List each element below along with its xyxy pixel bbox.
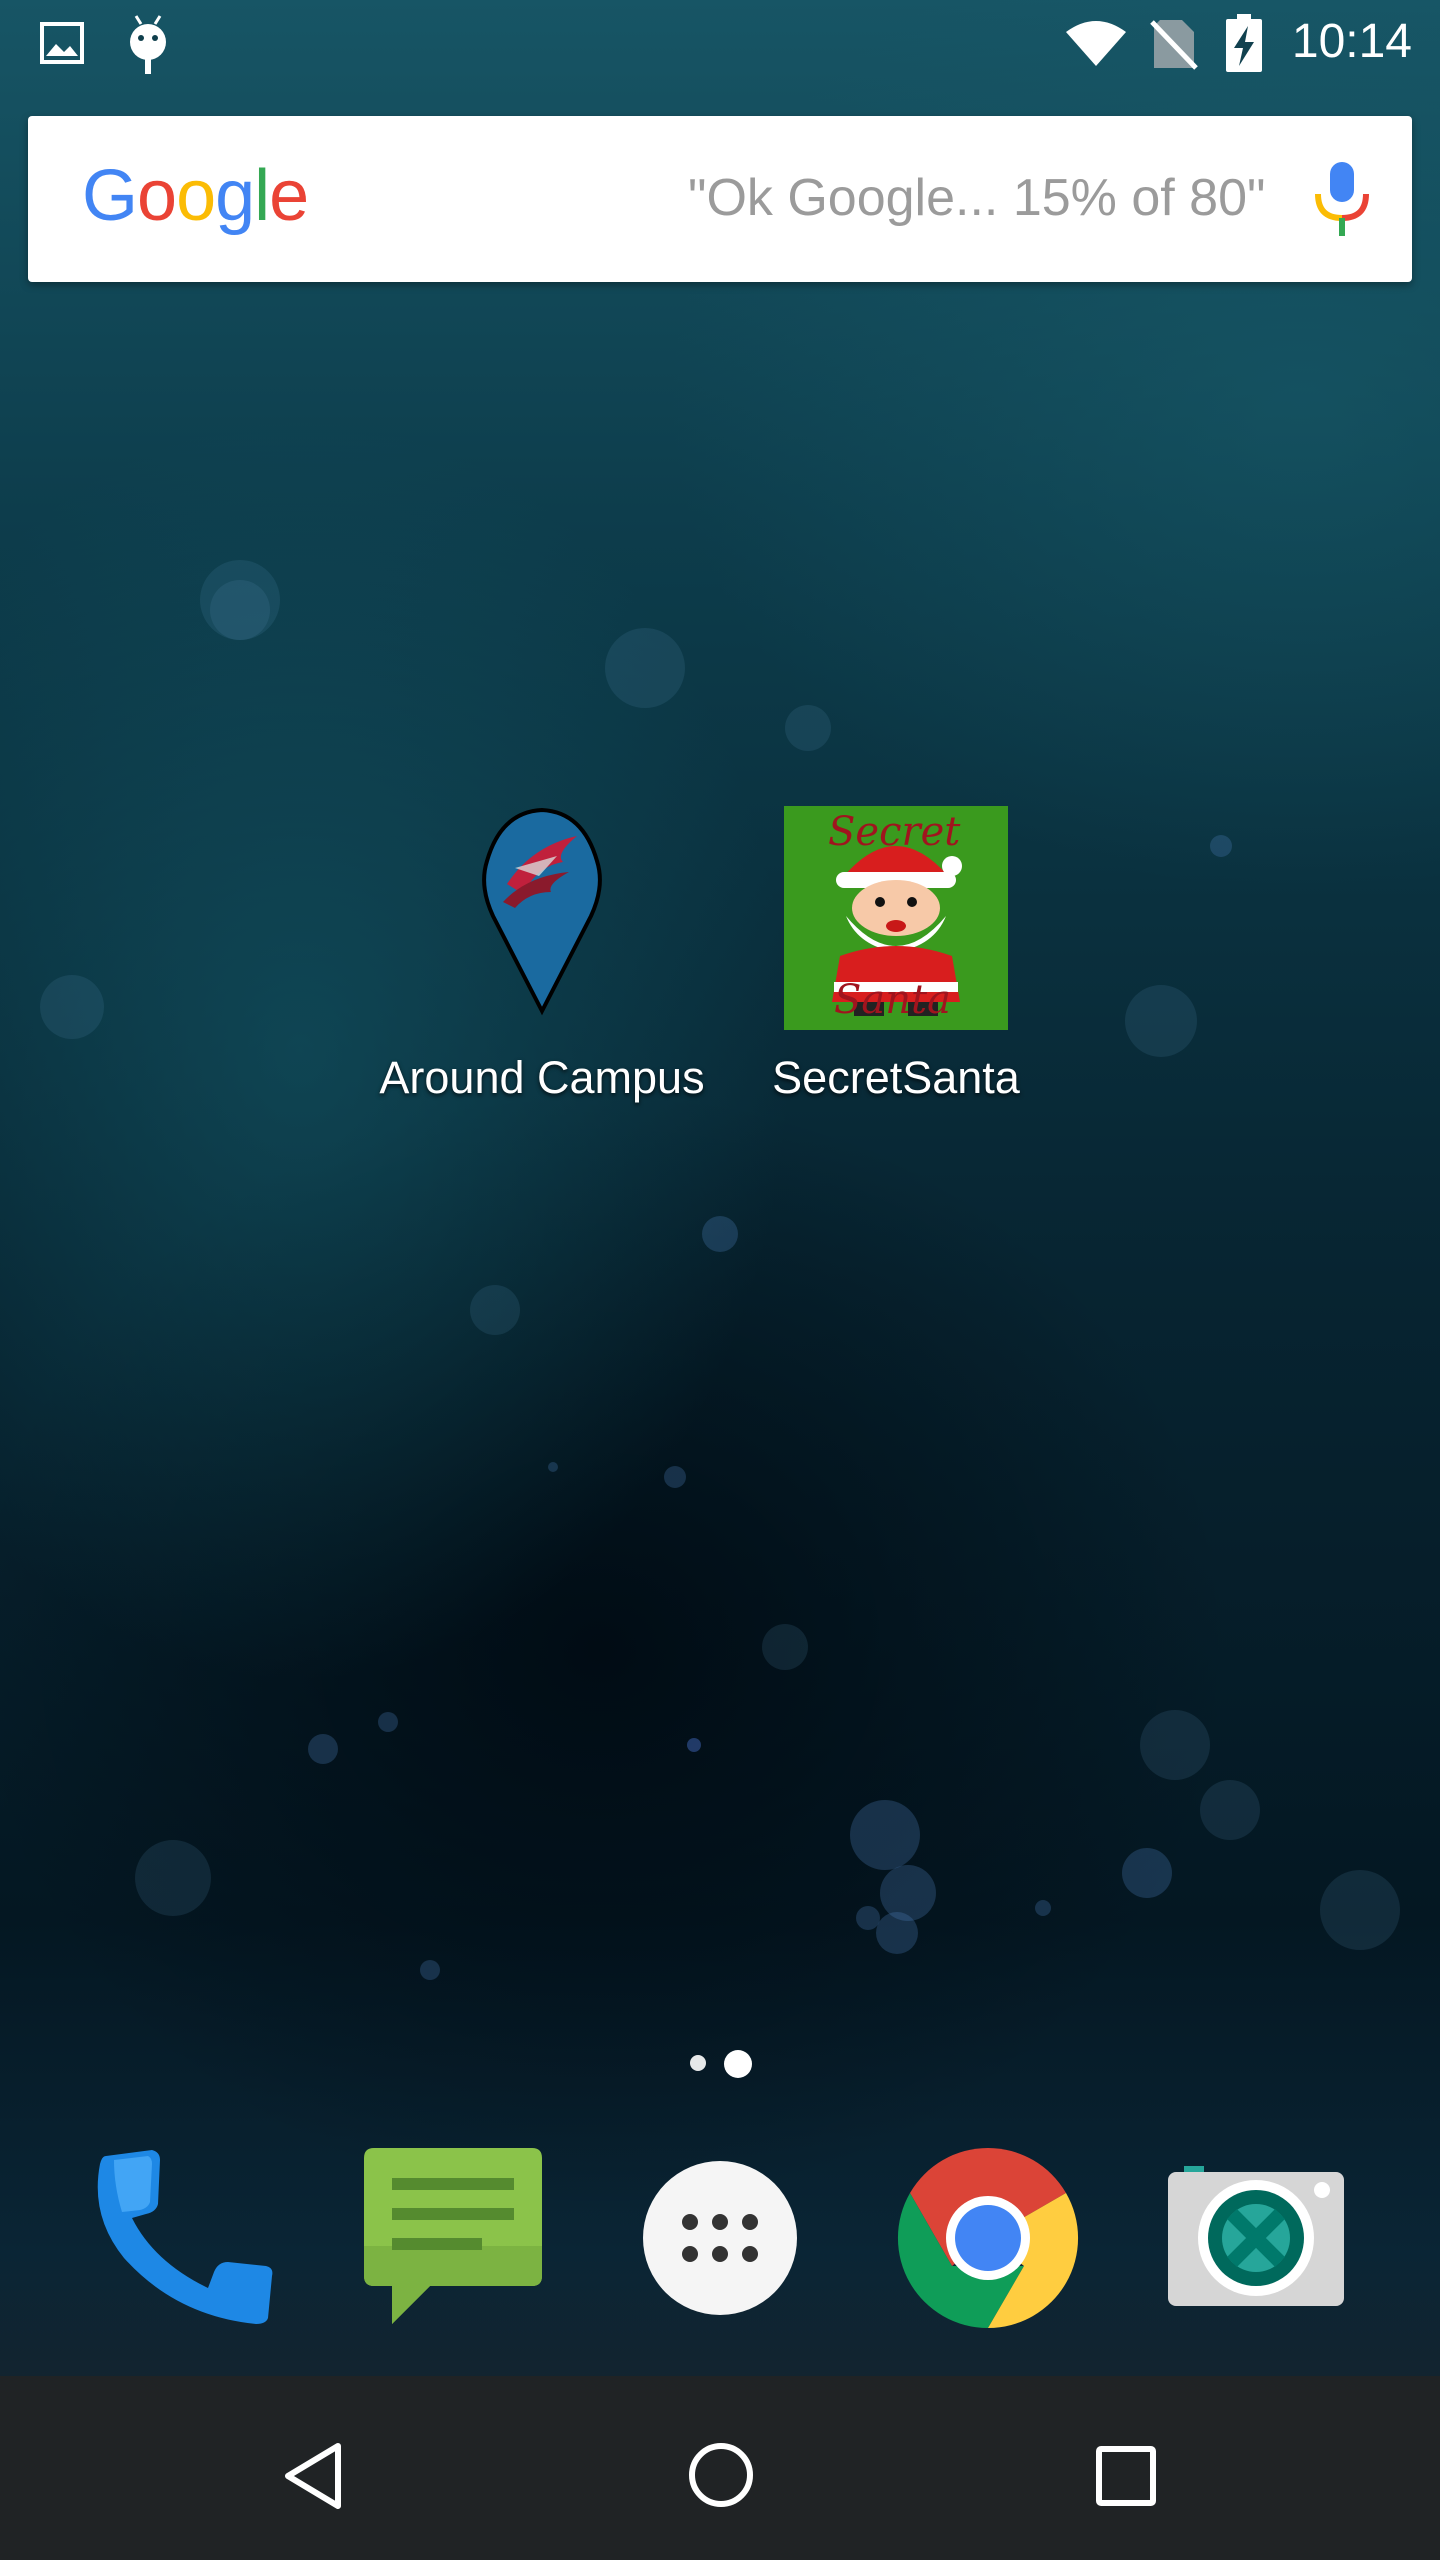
santa-icon-text-top: Secret (828, 809, 961, 855)
google-logo-letter: l (254, 156, 270, 236)
mic-icon[interactable] (1304, 160, 1380, 245)
chrome-icon[interactable] (896, 2146, 1080, 2335)
image-notification-icon (40, 22, 84, 69)
google-logo: Google (82, 156, 309, 236)
battery-charging-icon (1224, 14, 1264, 77)
home-icon[interactable] (688, 2442, 754, 2513)
clock: 10:14 (1291, 15, 1412, 68)
page-dot-current (724, 2050, 752, 2078)
google-logo-letter: G (82, 156, 138, 236)
google-search-bar[interactable]: Google "Ok Google... 15% of 80" (28, 116, 1412, 282)
page-dot (690, 2055, 706, 2071)
no-sim-icon (1150, 18, 1198, 75)
phone-icon[interactable] (96, 2146, 276, 2331)
google-logo-letter: g (215, 156, 255, 236)
map-pin-icon (370, 806, 714, 1020)
wifi-icon (1064, 18, 1128, 73)
google-logo-letter: o (176, 156, 216, 236)
santa-icon-text-bottom: Santa (834, 977, 951, 1023)
recents-icon[interactable] (1096, 2446, 1156, 2511)
messages-icon[interactable] (362, 2146, 544, 2331)
page-indicator (684, 2048, 764, 2078)
app-around-campus[interactable]: Around Campus (370, 806, 714, 1106)
back-icon[interactable] (282, 2442, 344, 2515)
secret-santa-icon: Secret Santa (784, 806, 1008, 1030)
app-drawer-icon[interactable] (642, 2160, 798, 2321)
camera-icon[interactable] (1166, 2160, 1346, 2313)
google-logo-letter: o (137, 156, 177, 236)
search-hint-text: "Ok Google... 15% of 80" (688, 169, 1266, 227)
app-secret-santa[interactable]: Secret Santa SecretSanta (746, 806, 1046, 1106)
app-label: SecretSanta (772, 1052, 1020, 1103)
status-bar: 10:14 (0, 0, 1440, 84)
android-debug-icon (126, 14, 170, 79)
app-label: Around Campus (379, 1052, 705, 1103)
google-logo-letter: e (269, 156, 309, 236)
navigation-bar (0, 2376, 1440, 2560)
